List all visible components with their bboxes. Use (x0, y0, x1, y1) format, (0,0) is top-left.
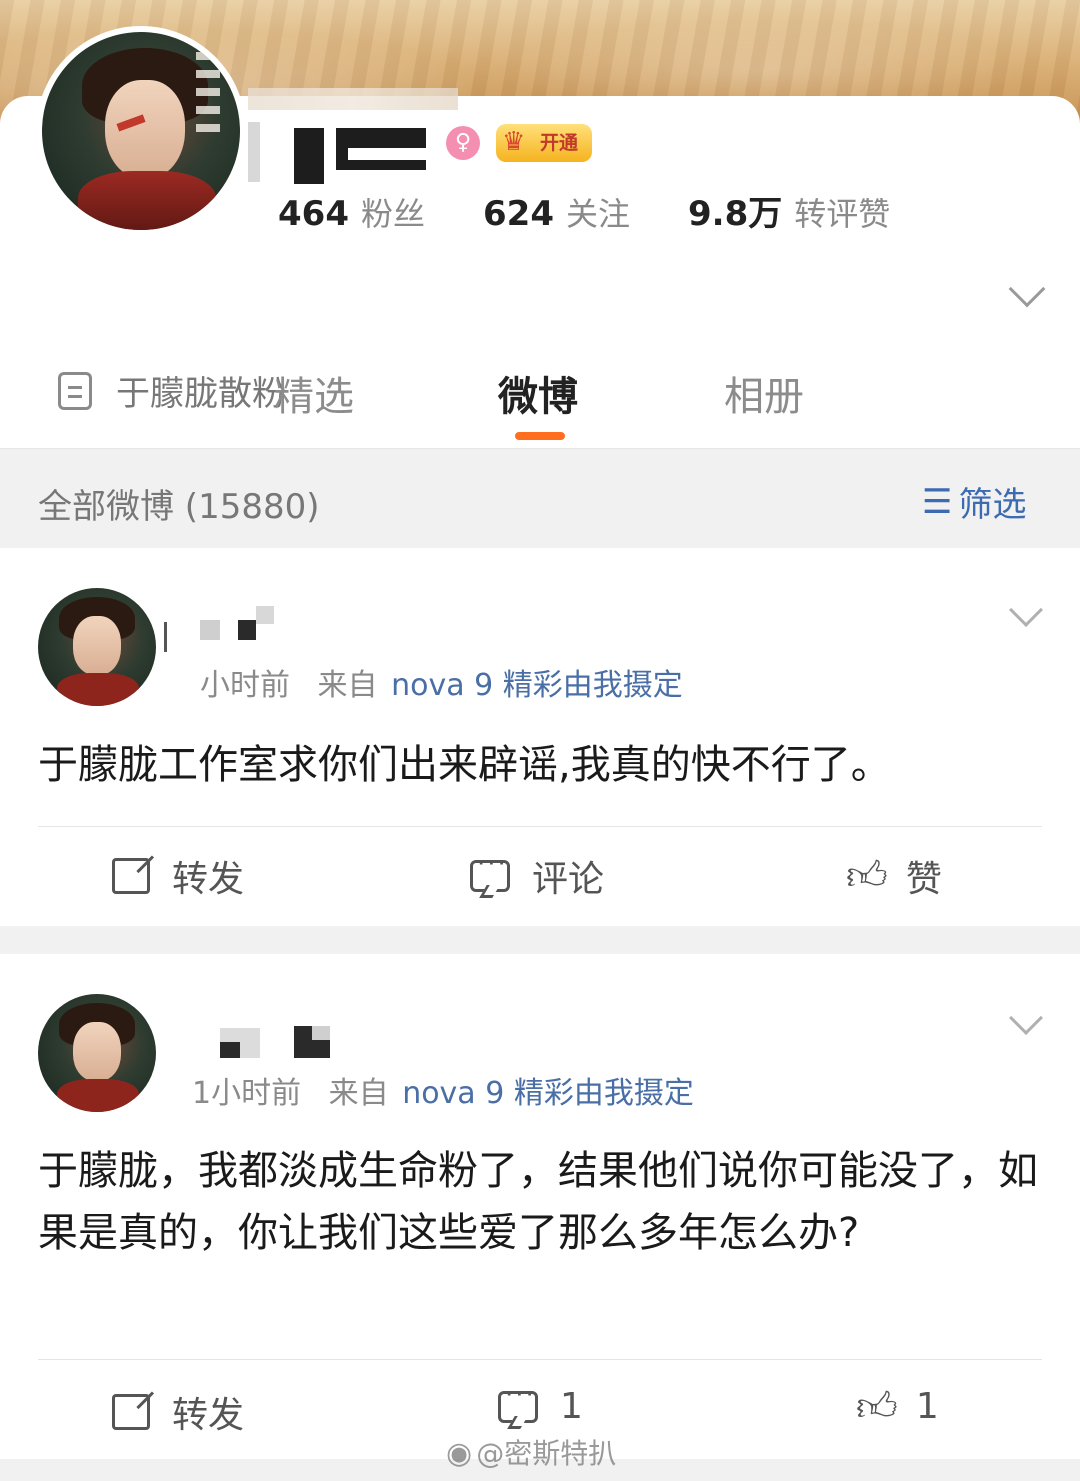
profile-intro-text: 于朦胧散粉 (116, 374, 286, 414)
stat-number: 624 (483, 194, 554, 234)
gender-female-icon: ♀ (446, 126, 480, 160)
weibo-logo-icon: ◉ (446, 1436, 473, 1471)
repost-icon (112, 858, 150, 894)
filter-bar: 全部微博 (15880) ☰ 筛选 (0, 448, 1080, 548)
repost-label: 转发 (172, 1395, 245, 1436)
post-source-link[interactable]: nova 9 精彩由我摄定 (402, 1076, 694, 1111)
divider (38, 826, 1042, 827)
divider (38, 1359, 1042, 1360)
watermark: ◉ @密斯特扒 (446, 1432, 616, 1472)
stat-number: 464 (278, 194, 349, 234)
tab-album[interactable]: 相册 (724, 364, 804, 422)
post-more-chevron-down-icon[interactable] (1009, 593, 1043, 627)
like-button[interactable]: 👍︎ 1 (856, 1386, 939, 1427)
active-tab-indicator (515, 432, 565, 440)
repost-button[interactable]: 转发 (112, 850, 244, 902)
post-time: 小时前 (200, 668, 290, 703)
tab-weibo[interactable]: 微博 (498, 364, 578, 422)
repost-button[interactable]: 转发 (112, 1386, 244, 1438)
profile-stats: 464 粉丝 624 关注 9.8万 转评赞 (278, 186, 948, 235)
profile-intro[interactable]: 于朦胧散粉 (58, 366, 286, 415)
post-from-label: 来自 (317, 668, 378, 703)
post-author-avatar[interactable] (38, 994, 156, 1112)
post-source-link[interactable]: nova 9 精彩由我摄定 (391, 668, 683, 703)
comment-button[interactable]: 评论 (470, 849, 605, 902)
vip-open-badge[interactable]: ♛ 开通 (496, 124, 593, 162)
comment-button[interactable]: 1 (498, 1380, 583, 1427)
comment-icon (470, 849, 510, 892)
stat-label: 转评赞 (794, 195, 891, 233)
post-meta: 小时前 来自 nova 9 精彩由我摄定 (200, 660, 683, 704)
filter-sort-icon: ☰ (922, 481, 953, 522)
repost-label: 转发 (172, 859, 245, 900)
post-from-label: 来自 (328, 1076, 389, 1111)
repost-icon (112, 1394, 150, 1430)
post-text[interactable]: 于朦胧工作室求你们出来辟谣,我真的快不行了。 (38, 734, 1038, 796)
crown-icon: ♛ (502, 127, 526, 157)
all-posts-count: 全部微博 (15880) (38, 487, 320, 527)
filter-button[interactable]: ☰ 筛选 (922, 477, 1026, 526)
vip-badge-label: 开通 (540, 132, 579, 154)
comment-count: 1 (560, 1386, 583, 1427)
post-more-chevron-down-icon[interactable] (1009, 1001, 1043, 1035)
watermark-text: @密斯特扒 (476, 1437, 617, 1470)
post-meta: 1小时前 来自 nova 9 精彩由我摄定 (192, 1068, 694, 1112)
tab-featured[interactable]: 精选 (274, 364, 354, 422)
post-text[interactable]: 于朦胧，我都淡成生命粉了，结果他们说你可能没了，如果是真的，你让我们这些爱了那么… (38, 1140, 1038, 1264)
like-button[interactable]: 👍︎ 赞 (846, 850, 942, 902)
stat-interactions[interactable]: 9.8万 转评赞 (688, 186, 890, 235)
thumbs-up-icon: 👍︎ (856, 1383, 898, 1430)
post-time: 1小时前 (192, 1076, 302, 1111)
stat-number: 9.8万 (688, 194, 783, 234)
filter-label: 筛选 (958, 485, 1027, 525)
like-label: 赞 (905, 859, 942, 900)
stat-followers[interactable]: 464 粉丝 (278, 189, 425, 235)
document-icon (58, 371, 92, 410)
post-card[interactable]: 1小时前 来自 nova 9 精彩由我摄定 于朦胧，我都淡成生命粉了，结果他们说… (0, 954, 1080, 1459)
post-card[interactable]: 小时前 来自 nova 9 精彩由我摄定 于朦胧工作室求你们出来辟谣,我真的快不… (0, 548, 1080, 926)
stat-label: 关注 (565, 195, 630, 233)
comment-icon (498, 1380, 538, 1423)
stat-following[interactable]: 624 关注 (483, 189, 630, 235)
comment-label: 评论 (532, 859, 605, 900)
like-count: 1 (915, 1386, 939, 1427)
thumbs-up-icon: 👍︎ (846, 853, 888, 899)
stat-label: 粉丝 (360, 195, 425, 233)
post-author-avatar[interactable] (38, 588, 156, 706)
profile-avatar[interactable] (36, 26, 246, 236)
